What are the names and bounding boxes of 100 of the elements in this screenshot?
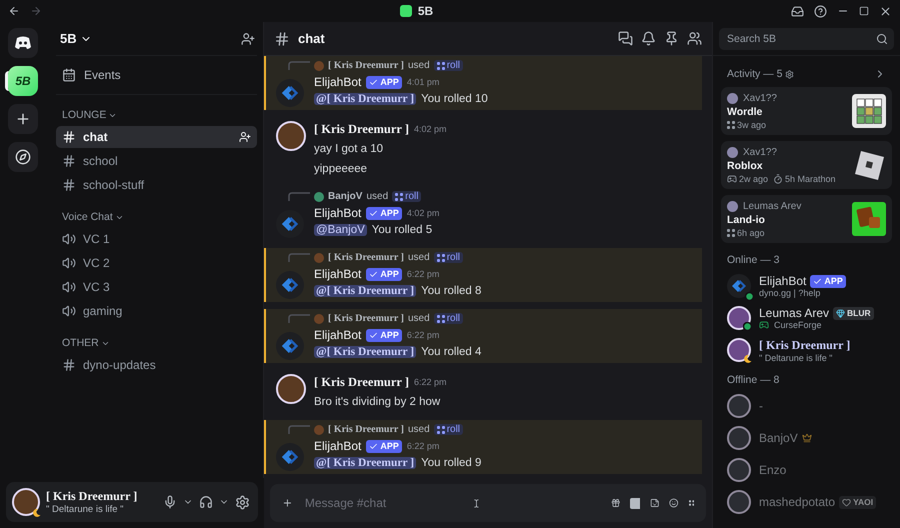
author-name[interactable]: ElijahBot [314, 439, 362, 453]
server-icon[interactable] [8, 28, 38, 58]
invite-icon[interactable] [241, 32, 255, 46]
activity-meta: 2w ago [739, 174, 768, 184]
command-link[interactable]: roll [434, 252, 464, 263]
search-field[interactable]: Search 5B [719, 28, 894, 50]
message-text: You rolled 10 [421, 93, 488, 105]
invoker-name[interactable]: [ Kris Dreemurr ] [328, 424, 404, 435]
check-icon [369, 208, 378, 218]
reply-connector [288, 314, 310, 323]
reply-connector [288, 253, 310, 262]
small-avatar-icon [314, 424, 324, 434]
settings-icon[interactable] [235, 494, 250, 510]
member-item[interactable]: - [721, 391, 892, 421]
mention[interactable]: @[ Kris Dreemurr ] [314, 457, 416, 469]
grid-icon [436, 62, 445, 70]
channel-item[interactable]: chat [56, 126, 257, 148]
small-avatar-icon [314, 60, 324, 70]
used-text: used [366, 191, 388, 202]
channel-item[interactable]: dyno-updates [56, 354, 257, 376]
section-heading: Offline — 8 [727, 374, 780, 386]
member-item[interactable]: [ Kris Dreemurr ] " Deltarune is life " [721, 335, 892, 365]
emoji-icon[interactable] [669, 496, 679, 510]
command-link[interactable]: roll [434, 424, 464, 435]
category-header[interactable]: LOUNGE [56, 95, 257, 125]
category-header[interactable]: OTHER [56, 323, 257, 353]
timestamp: 6:22 pm [406, 441, 440, 451]
grid-thumbnail [852, 94, 886, 128]
reply-connector [288, 425, 310, 434]
grid-icon [436, 426, 445, 434]
hash-icon [62, 130, 76, 144]
member-item[interactable]: Leumas Arev BLUR CurseForge [721, 303, 892, 333]
message-composer[interactable]: Message #chat [270, 484, 706, 522]
invite-icon[interactable] [239, 131, 251, 143]
mention[interactable]: @[ Kris Dreemurr ] [314, 285, 416, 297]
server-logo-icon [400, 5, 412, 17]
activity-card[interactable]: Xav1?? Roblox 2w ago 5h Marathon [721, 141, 892, 189]
channel-item[interactable]: gaming [56, 300, 257, 322]
member-item[interactable]: Enzo [721, 455, 892, 485]
author-name[interactable]: [ Kris Dreemurr ] [314, 374, 409, 390]
inbox-icon[interactable] [791, 4, 804, 18]
invoker-name[interactable]: [ Kris Dreemurr ] [328, 252, 404, 263]
check-icon [369, 78, 378, 86]
activity-card[interactable]: Leumas Arev Land-io 6h ago [721, 195, 892, 243]
settings-icon[interactable] [785, 70, 794, 78]
search-input[interactable]: Search 5B [725, 32, 876, 46]
command-link[interactable]: roll [434, 313, 464, 324]
channel-item[interactable]: VC 1 [56, 228, 257, 250]
back-icon[interactable] [8, 5, 20, 17]
command-link[interactable]: roll [392, 191, 422, 202]
channel-item[interactable]: VC 2 [56, 252, 257, 274]
author-name[interactable]: ElijahBot [314, 75, 362, 89]
activity-card[interactable]: Xav1?? Wordle 3w ago [721, 87, 892, 135]
server-name[interactable]: 5B [56, 31, 96, 46]
maximize-icon[interactable] [859, 6, 869, 16]
channel-item[interactable]: VC 3 [56, 276, 257, 298]
member-item[interactable]: BanjoV [721, 423, 892, 453]
author-name[interactable]: ElijahBot [314, 328, 362, 342]
small-avatar-icon [727, 200, 738, 212]
channel-item[interactable]: school-stuff [56, 174, 257, 196]
threads-icon[interactable] [618, 31, 633, 46]
author-name[interactable]: ElijahBot [314, 267, 362, 281]
invoker-name[interactable]: [ Kris Dreemurr ] [328, 313, 404, 324]
gift-icon[interactable] [610, 496, 620, 510]
headphones-button[interactable] [199, 495, 213, 509]
mention[interactable]: @[ Kris Dreemurr ] [314, 93, 416, 105]
sticker-icon[interactable] [650, 496, 660, 510]
app-badge: APP [366, 440, 402, 452]
server-icon[interactable] [8, 142, 38, 172]
events-item[interactable]: Events [56, 56, 257, 95]
command-link[interactable]: roll [434, 60, 464, 71]
section-heading: Online — 3 [727, 254, 780, 266]
activity-user: Xav1?? [743, 92, 777, 104]
calendar-icon [62, 68, 76, 82]
speaker-icon [62, 256, 76, 270]
members-icon[interactable] [687, 31, 702, 46]
server-icon[interactable] [8, 104, 38, 134]
member-item[interactable]: ElijahBot APP dyno.gg | ?help [721, 271, 892, 301]
hash-icon [274, 30, 290, 46]
invoker-name[interactable]: [ Kris Dreemurr ] [328, 60, 404, 71]
mention[interactable]: @BanjoV [314, 224, 367, 236]
member-item[interactable]: mashedpotato YAOI [721, 487, 892, 517]
reply-connector [288, 192, 310, 201]
pin-icon[interactable] [664, 31, 679, 46]
close-icon[interactable] [879, 4, 892, 18]
channel-item[interactable]: school [56, 150, 257, 172]
speaker-icon [62, 232, 76, 246]
message-input[interactable]: Message #chat [302, 495, 462, 511]
author-name[interactable]: ElijahBot [314, 206, 362, 220]
mention[interactable]: @[ Kris Dreemurr ] [314, 346, 416, 358]
bell-icon[interactable] [641, 31, 656, 46]
mic-button[interactable] [163, 495, 177, 509]
activity-title: Wordle [727, 106, 764, 118]
gem-icon [836, 308, 846, 318]
help-icon[interactable] [814, 4, 827, 18]
server-icon[interactable]: 5B [8, 66, 38, 96]
category-header[interactable]: Voice Chat [56, 197, 257, 227]
invoker-name[interactable]: BanjoV [328, 191, 362, 202]
author-name[interactable]: [ Kris Dreemurr ] [314, 122, 409, 136]
text-cursor-icon [472, 496, 481, 510]
